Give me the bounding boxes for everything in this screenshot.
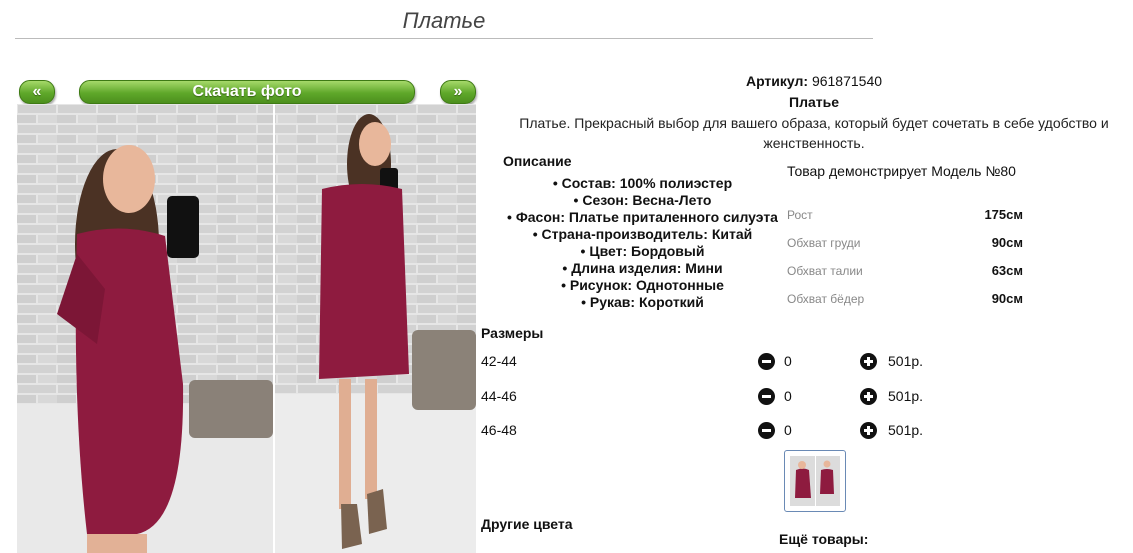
spec-item: Длина изделия: Мини [500, 260, 785, 277]
next-photo-button[interactable]: » [440, 80, 476, 104]
spec-item: Состав: 100% полиэстер [500, 175, 785, 192]
quantity-value: 0 [784, 353, 792, 369]
sizes-heading: Размеры [481, 325, 544, 341]
size-row: 42-44 0 501р. [481, 353, 941, 373]
measurement-label: Обхват бёдер [787, 292, 865, 306]
measurement-label: Обхват груди [787, 236, 861, 250]
price-value: 501р. [888, 388, 924, 404]
spec-item: Страна-производитель: Китай [500, 226, 785, 243]
size-label: 46-48 [481, 422, 517, 438]
photo-thumbnail[interactable] [784, 450, 846, 512]
minus-icon[interactable] [758, 353, 775, 370]
more-goods-heading: Ещё товары: [779, 531, 869, 547]
prev-photo-button[interactable]: « [19, 80, 55, 104]
measurement-label: Рост [787, 208, 813, 222]
price-value: 501р. [888, 353, 924, 369]
measurement-value: 175см [984, 207, 1023, 222]
measurement-row: Рост 175см [787, 207, 1023, 222]
sku: Артикул: 961871540 [500, 73, 1128, 89]
quantity-value: 0 [784, 422, 792, 438]
spec-list: Состав: 100% полиэстер Сезон: Весна-Лето… [500, 175, 785, 311]
measurement-value: 90см [991, 235, 1023, 250]
product-name: Платье [789, 94, 839, 110]
plus-icon[interactable] [860, 353, 877, 370]
spec-item: Цвет: Бордовый [500, 243, 785, 260]
download-photo-button[interactable]: Скачать фото [79, 80, 415, 104]
spec-item: Сезон: Весна-Лето [500, 192, 785, 209]
page-title: Платье [402, 8, 486, 33]
plus-icon[interactable] [860, 388, 877, 405]
size-label: 42-44 [481, 353, 517, 369]
plus-icon[interactable] [860, 422, 877, 439]
measurement-value: 90см [991, 291, 1023, 306]
measurement-row: Обхват талии 63см [787, 263, 1023, 278]
description-heading: Описание [503, 153, 572, 169]
sku-value: 961871540 [811, 73, 883, 89]
price-value: 501р. [888, 422, 924, 438]
spec-item: Рисунок: Однотонные [500, 277, 785, 294]
title-divider [15, 38, 873, 39]
measurement-row: Обхват груди 90см [787, 235, 1023, 250]
product-description: Платье. Прекрасный выбор для вашего обра… [519, 115, 1109, 151]
size-label: 44-46 [481, 388, 517, 404]
minus-icon[interactable] [758, 388, 775, 405]
measurement-label: Обхват талии [787, 264, 863, 278]
size-row: 46-48 0 501р. [481, 422, 941, 442]
measurement-value: 63см [991, 263, 1023, 278]
quantity-value: 0 [784, 388, 792, 404]
spec-item: Рукав: Короткий [500, 294, 785, 311]
model-title: Товар демонстрирует Модель №80 [787, 163, 1016, 179]
measurement-row: Обхват бёдер 90см [787, 291, 1023, 306]
spec-item: Фасон: Платье приталенного силуэта [500, 209, 785, 226]
size-row: 44-46 0 501р. [481, 388, 941, 408]
sku-label: Артикул: [745, 73, 809, 89]
product-photo [17, 104, 476, 553]
minus-icon[interactable] [758, 422, 775, 439]
other-colors-heading: Другие цвета [481, 516, 573, 532]
product-page: Платье « Скачать фото » Артикул: 9618715… [0, 0, 1133, 553]
